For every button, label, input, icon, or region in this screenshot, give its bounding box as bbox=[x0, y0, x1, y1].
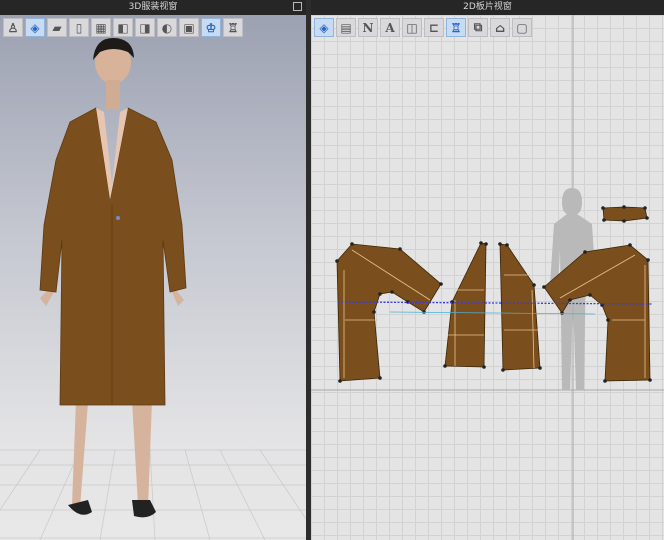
pattern-point[interactable] bbox=[560, 311, 564, 315]
pattern-point[interactable] bbox=[622, 219, 626, 223]
pattern-point[interactable] bbox=[501, 368, 505, 372]
pattern-point[interactable] bbox=[484, 242, 488, 246]
thickness-icon: ◨ bbox=[139, 20, 151, 35]
pattern-point[interactable] bbox=[568, 298, 572, 302]
annotation-button[interactable]: A bbox=[380, 18, 400, 37]
ruler-button[interactable]: ⊏ bbox=[424, 18, 444, 37]
pattern-point[interactable] bbox=[479, 241, 483, 245]
transparent-button[interactable]: ▯ bbox=[69, 18, 89, 37]
annotation-icon: A bbox=[385, 20, 395, 35]
pattern-piece-front-right[interactable] bbox=[499, 243, 541, 371]
avatar-toggle-button[interactable]: ♙ bbox=[3, 18, 23, 37]
pattern-point[interactable] bbox=[643, 206, 647, 210]
pattern-point[interactable] bbox=[538, 366, 542, 370]
shirt-icon: ♖ bbox=[450, 20, 462, 35]
window-title-bar: 2D板片视窗 bbox=[311, 0, 664, 15]
window-title: 2D板片视窗 bbox=[463, 2, 512, 12]
pattern-piece-front-left[interactable] bbox=[444, 242, 487, 368]
3d-toolbar: ♙ ◈ ▰ ▯ ▦ ◧ ◨ ◐ ▣ ♔ ♖ bbox=[3, 18, 243, 37]
2d-pattern-window: 2D板片视窗 ◈ ▤ N A ◫ ⊏ ♖ ⧉ ⌂ ▢ bbox=[311, 0, 664, 540]
pattern-point[interactable] bbox=[601, 206, 605, 210]
ruler-icon: ⊏ bbox=[428, 20, 440, 35]
frame-button[interactable]: ▢ bbox=[512, 18, 532, 37]
shirt-button[interactable]: ♖ bbox=[446, 18, 466, 37]
pattern-point[interactable] bbox=[505, 243, 509, 247]
arrangement-icon: ♖ bbox=[227, 20, 239, 35]
transparent-icon: ▯ bbox=[75, 20, 83, 35]
pattern-point[interactable] bbox=[398, 247, 402, 251]
fit-map-icon: ▣ bbox=[183, 20, 195, 35]
3d-viewport[interactable]: ♙ ◈ ▰ ▯ ▦ ◧ ◨ ◐ ▣ ♔ ♖ bbox=[0, 15, 306, 540]
pattern-point[interactable] bbox=[603, 379, 607, 383]
pattern-point[interactable] bbox=[372, 310, 376, 314]
avatar-toggle-icon: ♙ bbox=[7, 20, 19, 35]
pattern-point[interactable] bbox=[646, 258, 650, 262]
thickness-button[interactable]: ◨ bbox=[135, 18, 155, 37]
piece-button[interactable]: ⧉ bbox=[468, 18, 488, 37]
pattern-point[interactable] bbox=[378, 376, 382, 380]
pattern-point[interactable] bbox=[583, 250, 587, 254]
floor-grid bbox=[0, 449, 306, 540]
pattern-texture-icon: ▤ bbox=[340, 20, 352, 35]
texture-button[interactable]: ▰ bbox=[47, 18, 67, 37]
baseline-button[interactable]: ◫ bbox=[402, 18, 422, 37]
show-pattern-button[interactable]: ◈ bbox=[314, 18, 334, 37]
pattern-name-button[interactable]: N bbox=[358, 18, 378, 37]
piece-icon: ⧉ bbox=[473, 20, 483, 34]
pattern-point[interactable] bbox=[628, 243, 632, 247]
show-pattern-icon: ◈ bbox=[319, 20, 329, 35]
pattern-point[interactable] bbox=[532, 283, 536, 287]
pattern-point[interactable] bbox=[390, 290, 394, 294]
window-title-bar: 3D服装视窗 bbox=[0, 0, 306, 15]
render-icon: ◐ bbox=[161, 20, 173, 35]
pattern-point[interactable] bbox=[439, 282, 443, 286]
shaded-icon: ◧ bbox=[117, 20, 129, 35]
pattern-canvas bbox=[311, 15, 664, 540]
pattern-point[interactable] bbox=[602, 218, 606, 222]
mesh-button[interactable]: ▦ bbox=[91, 18, 111, 37]
pattern-point[interactable] bbox=[338, 379, 342, 383]
pattern-point[interactable] bbox=[350, 242, 354, 246]
pattern-point[interactable] bbox=[498, 242, 502, 246]
grade-button[interactable]: ⌂ bbox=[490, 18, 510, 37]
pattern-point[interactable] bbox=[335, 259, 339, 263]
3d-scene bbox=[0, 38, 306, 540]
pattern-piece-collar[interactable] bbox=[602, 206, 648, 222]
pattern-point[interactable] bbox=[645, 216, 649, 220]
pattern-point[interactable] bbox=[482, 365, 486, 369]
shaded-button[interactable]: ◧ bbox=[113, 18, 133, 37]
grade-icon: ⌂ bbox=[494, 20, 505, 35]
pattern-point[interactable] bbox=[588, 293, 592, 297]
pattern-point[interactable] bbox=[542, 285, 546, 289]
3d-garment-window: 3D服装视窗 ♙ ◈ ▰ ▯ ▦ ◧ ◨ ◐ ▣ ♔ ♖ bbox=[0, 0, 306, 540]
avatar-garment-button[interactable]: ♔ bbox=[201, 18, 221, 37]
pattern-point[interactable] bbox=[648, 378, 652, 382]
show-garment-button[interactable]: ◈ bbox=[25, 18, 45, 37]
mesh-icon: ▦ bbox=[95, 20, 107, 35]
arrangement-button[interactable]: ♖ bbox=[223, 18, 243, 37]
2d-toolbar: ◈ ▤ N A ◫ ⊏ ♖ ⧉ ⌂ ▢ bbox=[314, 18, 532, 37]
pattern-point[interactable] bbox=[606, 318, 610, 322]
baseline-icon: ◫ bbox=[406, 20, 418, 35]
2d-viewport[interactable]: ◈ ▤ N A ◫ ⊏ ♖ ⧉ ⌂ ▢ bbox=[311, 15, 664, 540]
show-garment-icon: ◈ bbox=[30, 20, 40, 35]
coat[interactable] bbox=[39, 107, 187, 406]
pattern-point[interactable] bbox=[378, 292, 382, 296]
frame-icon: ▢ bbox=[516, 20, 528, 35]
pattern-pieces bbox=[335, 205, 652, 383]
restore-window-icon[interactable] bbox=[293, 2, 302, 11]
texture-icon: ▰ bbox=[52, 20, 62, 35]
pattern-point[interactable] bbox=[622, 205, 626, 209]
pattern-piece-back-right[interactable] bbox=[543, 244, 651, 382]
avatar-garment-icon: ♔ bbox=[205, 20, 217, 35]
window-title: 3D服装视窗 bbox=[128, 2, 178, 12]
pattern-texture-button[interactable]: ▤ bbox=[336, 18, 356, 37]
pattern-name-icon: N bbox=[362, 20, 374, 35]
render-button[interactable]: ◐ bbox=[157, 18, 177, 37]
fit-map-button[interactable]: ▣ bbox=[179, 18, 199, 37]
pattern-point[interactable] bbox=[443, 364, 447, 368]
